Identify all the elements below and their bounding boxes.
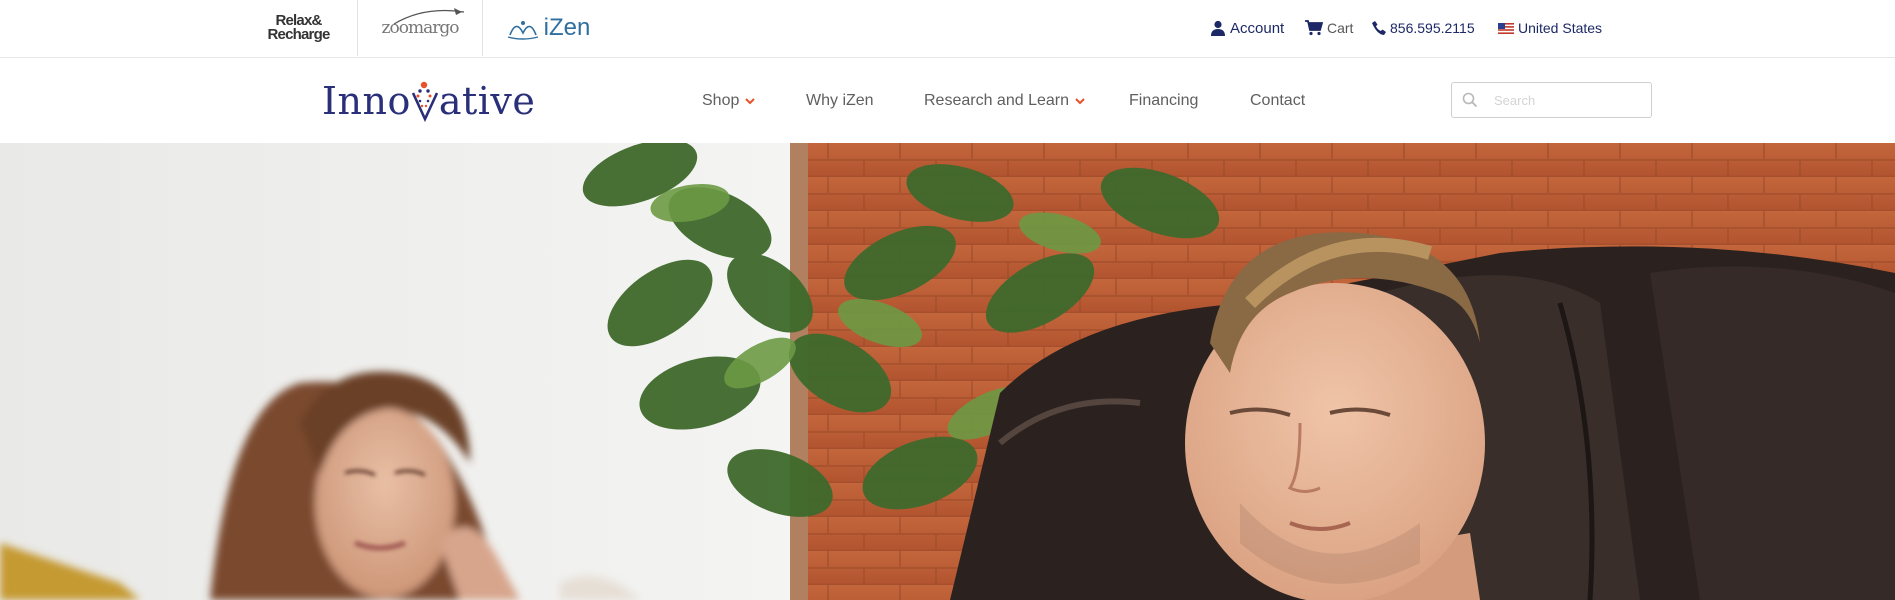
user-icon xyxy=(1211,20,1225,36)
logo-v-mark xyxy=(411,79,439,123)
search-input[interactable] xyxy=(1494,92,1644,108)
nav-research-label: Research and Learn xyxy=(924,92,1069,109)
country-label: United States xyxy=(1518,20,1603,36)
cart-link[interactable]: Cart xyxy=(1305,0,1353,56)
nav-why-label: Why iZen xyxy=(806,92,874,109)
nav-shop[interactable]: Shop xyxy=(702,59,756,143)
nav-contact[interactable]: Contact xyxy=(1250,59,1305,143)
relax-recharge-logo[interactable]: Relax& Recharge xyxy=(240,0,358,56)
zoomargo-swoosh-icon xyxy=(393,8,464,25)
account-link[interactable]: Account xyxy=(1210,0,1284,56)
cart-icon xyxy=(1305,20,1323,36)
nav-contact-label: Contact xyxy=(1250,92,1306,109)
izen-text: iZen xyxy=(543,14,591,41)
izen-logo[interactable]: iZen xyxy=(483,0,613,56)
nav-why-izen[interactable]: Why iZen xyxy=(806,59,874,143)
cart-label: Cart xyxy=(1327,20,1354,36)
account-label: Account xyxy=(1230,19,1285,37)
hero-banner-image xyxy=(0,143,1895,600)
lotus-icon xyxy=(507,21,538,40)
phone-link[interactable]: 856.595.2115 xyxy=(1372,0,1475,56)
zoomargo-logo[interactable]: zoomargo xyxy=(358,0,483,56)
chevron-down-icon xyxy=(1075,97,1085,104)
spine-v-icon xyxy=(411,81,439,123)
country-selector[interactable]: United States xyxy=(1498,0,1602,56)
brand-logos: Relax& Recharge zoomargo iZen xyxy=(240,0,613,56)
chevron-down-icon xyxy=(745,97,756,104)
nav-financing-label: Financing xyxy=(1129,92,1199,109)
phone-number: 856.595.2115 xyxy=(1390,20,1475,36)
us-flag-icon xyxy=(1498,22,1514,34)
nav-shop-label: Shop xyxy=(702,92,740,109)
main-navbar: Inno ative Shop Why iZen Research and Le… xyxy=(0,59,1895,143)
search-icon[interactable] xyxy=(1462,92,1478,108)
relax-line2: Recharge xyxy=(267,26,331,43)
innovative-logo[interactable]: Inno ative xyxy=(322,75,535,123)
top-utility-bar: Relax& Recharge zoomargo iZen Account Ca… xyxy=(0,0,1895,58)
logo-text-left: Inno xyxy=(322,79,411,123)
logo-text-right: ative xyxy=(438,79,536,123)
nav-research-learn[interactable]: Research and Learn xyxy=(924,59,1085,143)
phone-icon xyxy=(1372,21,1386,35)
nav-financing[interactable]: Financing xyxy=(1129,59,1198,143)
search-box[interactable] xyxy=(1451,82,1652,118)
hero-photo xyxy=(0,143,1895,600)
